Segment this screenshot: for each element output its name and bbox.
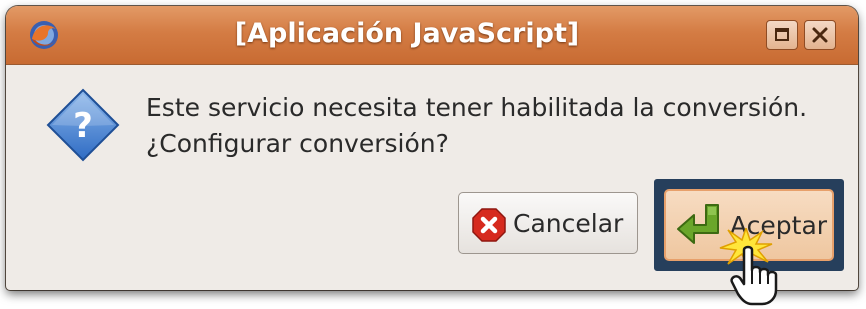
maximize-button[interactable]	[766, 20, 798, 50]
firefox-icon	[30, 21, 58, 49]
svg-text:?: ?	[73, 106, 93, 146]
title-bar[interactable]: [Aplicación JavaScript]	[6, 6, 858, 65]
question-icon: ?	[46, 88, 120, 162]
dialog-message: Este servicio necesita tener habilitada …	[146, 90, 807, 162]
window-title: [Aplicación JavaScript]	[234, 18, 580, 49]
message-line-2: ¿Configurar conversión?	[146, 129, 449, 158]
close-icon	[812, 27, 828, 43]
return-arrow-icon	[677, 204, 719, 244]
cancel-x-icon	[472, 208, 506, 242]
maximize-icon	[775, 28, 789, 41]
hand-pointer-icon	[730, 245, 778, 306]
cancel-button[interactable]: Cancelar	[458, 192, 638, 254]
cancel-label: Cancelar	[513, 209, 624, 238]
message-line-1: Este servicio necesita tener habilitada …	[146, 93, 808, 122]
close-button[interactable]	[804, 20, 836, 50]
